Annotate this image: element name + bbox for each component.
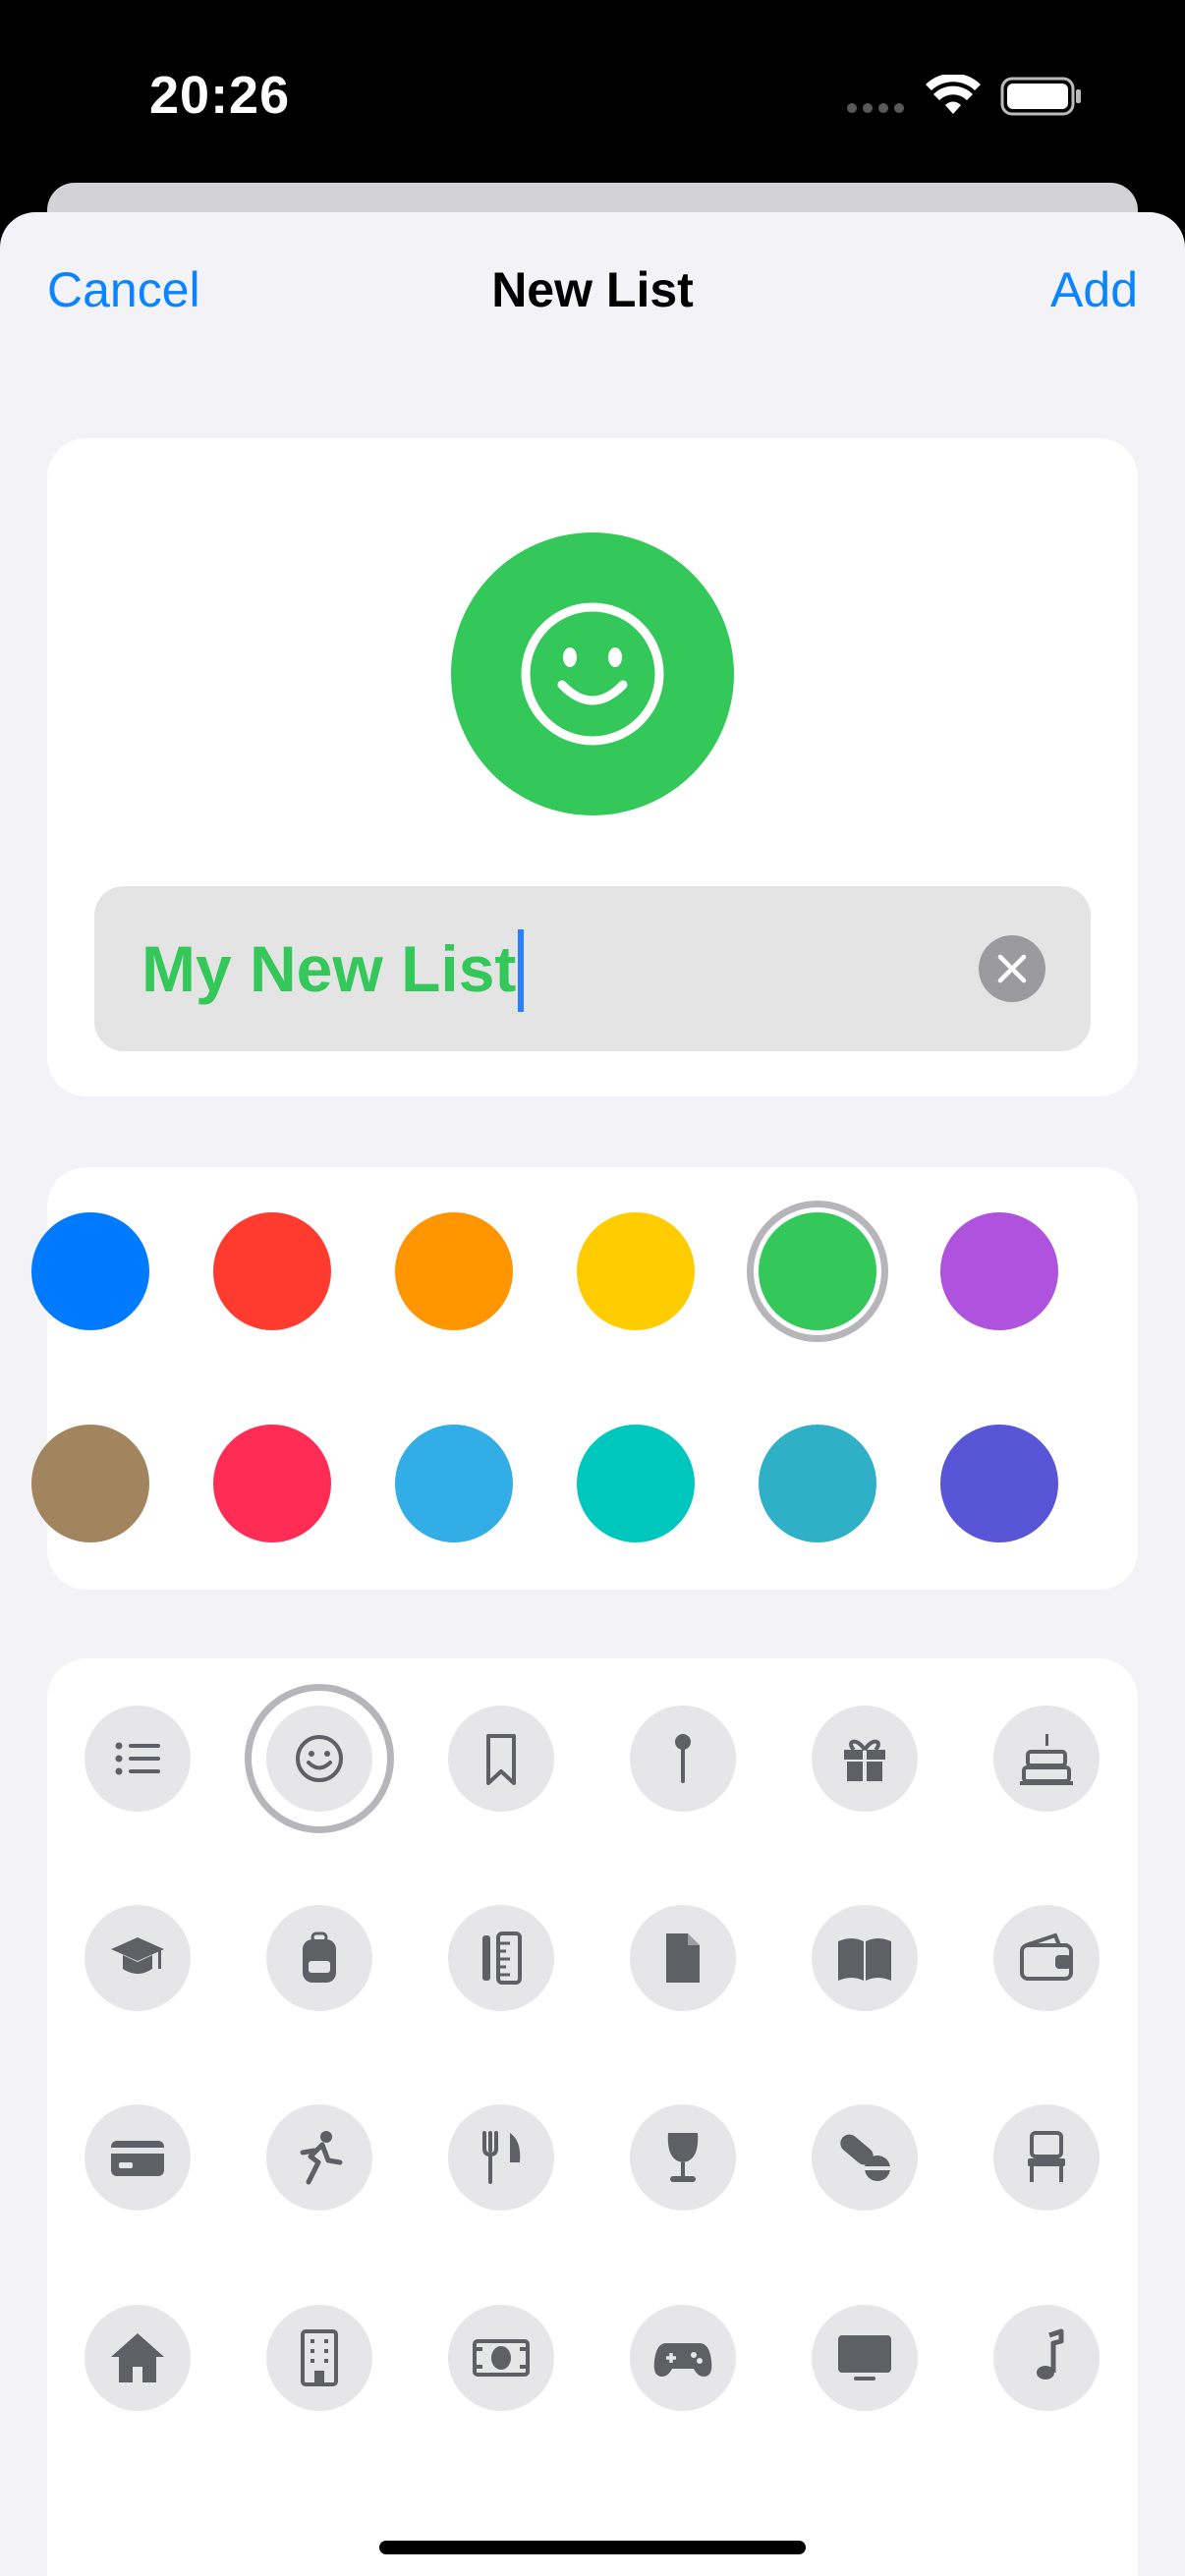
icon-option[interactable] <box>85 1706 191 1812</box>
smiley-icon <box>296 1735 343 1782</box>
icon-option[interactable] <box>448 2104 554 2211</box>
icon-option[interactable] <box>630 1905 736 2011</box>
color-picker <box>31 1167 1138 1590</box>
icon-option[interactable] <box>85 2104 191 2211</box>
icon-option[interactable] <box>993 2104 1100 2211</box>
icon-option[interactable] <box>630 2104 736 2211</box>
list-name-field[interactable]: My New List <box>94 886 1091 1051</box>
color-swatch[interactable] <box>395 1425 513 1542</box>
color-swatch[interactable] <box>213 1425 331 1542</box>
list-icon <box>115 1742 160 1775</box>
chair-icon <box>1028 2131 1065 2182</box>
list-name-value: My New List <box>141 932 517 1005</box>
text-cursor <box>518 928 525 1012</box>
icon-option[interactable] <box>812 1905 918 2011</box>
game-controller-icon <box>653 2343 712 2377</box>
icon-option[interactable] <box>85 1905 191 2011</box>
building-icon <box>301 2329 338 2386</box>
bookmark-icon <box>486 1734 516 1785</box>
music-note-icon <box>1037 2328 1064 2380</box>
color-swatch[interactable] <box>940 1425 1058 1542</box>
add-button[interactable]: Add <box>1050 261 1138 318</box>
gift-icon <box>844 1739 885 1781</box>
cellular-signal-icon <box>847 103 904 113</box>
list-icon-preview <box>451 532 734 815</box>
icon-option[interactable] <box>85 2305 191 2411</box>
pills-icon <box>840 2134 890 2181</box>
smiley-icon <box>521 602 664 746</box>
icon-option[interactable] <box>448 2305 554 2411</box>
house-icon <box>111 2333 164 2382</box>
icon-option[interactable] <box>266 1706 372 1812</box>
running-figure-icon <box>300 2131 343 2185</box>
pin-icon <box>675 1734 691 1783</box>
color-swatch[interactable] <box>759 1425 876 1542</box>
credit-card-icon <box>111 2141 164 2176</box>
status-time: 20:26 <box>149 66 291 125</box>
new-list-sheet: Cancel New List Add My New List <box>0 212 1185 2576</box>
list-preview-card: My New List <box>47 438 1138 1096</box>
icon-option[interactable] <box>812 1706 918 1812</box>
close-icon <box>997 954 1027 983</box>
icon-option[interactable] <box>812 2104 918 2211</box>
home-indicator <box>379 2541 806 2554</box>
icon-option[interactable] <box>448 1905 554 2011</box>
wine-glass-icon <box>667 2133 699 2182</box>
icon-option[interactable] <box>266 1905 372 2011</box>
color-swatch[interactable] <box>395 1212 513 1330</box>
birthday-cake-icon <box>1020 1734 1073 1785</box>
book-icon <box>838 1938 891 1981</box>
color-swatch[interactable] <box>577 1212 695 1330</box>
graduation-cap-icon <box>111 1937 164 1974</box>
display-icon <box>838 2335 891 2380</box>
icon-option[interactable] <box>448 1706 554 1812</box>
battery-icon <box>1000 77 1081 116</box>
icon-option[interactable] <box>812 2305 918 2411</box>
backpack-icon <box>303 1932 336 1983</box>
color-swatch[interactable] <box>577 1425 695 1542</box>
fork-knife-icon <box>482 2131 521 2184</box>
icon-option[interactable] <box>266 2104 372 2211</box>
wifi-icon <box>926 75 981 114</box>
color-swatch[interactable] <box>31 1212 149 1330</box>
icon-option[interactable] <box>630 1706 736 1812</box>
color-swatch[interactable] <box>31 1425 149 1542</box>
color-swatch[interactable] <box>213 1212 331 1330</box>
wallet-icon <box>1020 1932 1073 1981</box>
icon-option[interactable] <box>266 2305 372 2411</box>
icon-option[interactable] <box>993 1706 1100 1812</box>
document-icon <box>666 1933 700 1983</box>
clear-text-button[interactable] <box>979 935 1045 1002</box>
status-bar: 20:26 <box>0 0 1185 196</box>
sheet-title: New List <box>491 262 694 317</box>
icon-option[interactable] <box>993 2305 1100 2411</box>
banknote-icon <box>473 2339 530 2377</box>
icon-picker <box>47 1658 1138 2576</box>
color-swatch[interactable] <box>759 1212 876 1330</box>
icon-option[interactable] <box>630 2305 736 2411</box>
pencil-ruler-icon <box>482 1932 522 1985</box>
color-swatch[interactable] <box>940 1212 1058 1330</box>
icon-option[interactable] <box>993 1905 1100 2011</box>
